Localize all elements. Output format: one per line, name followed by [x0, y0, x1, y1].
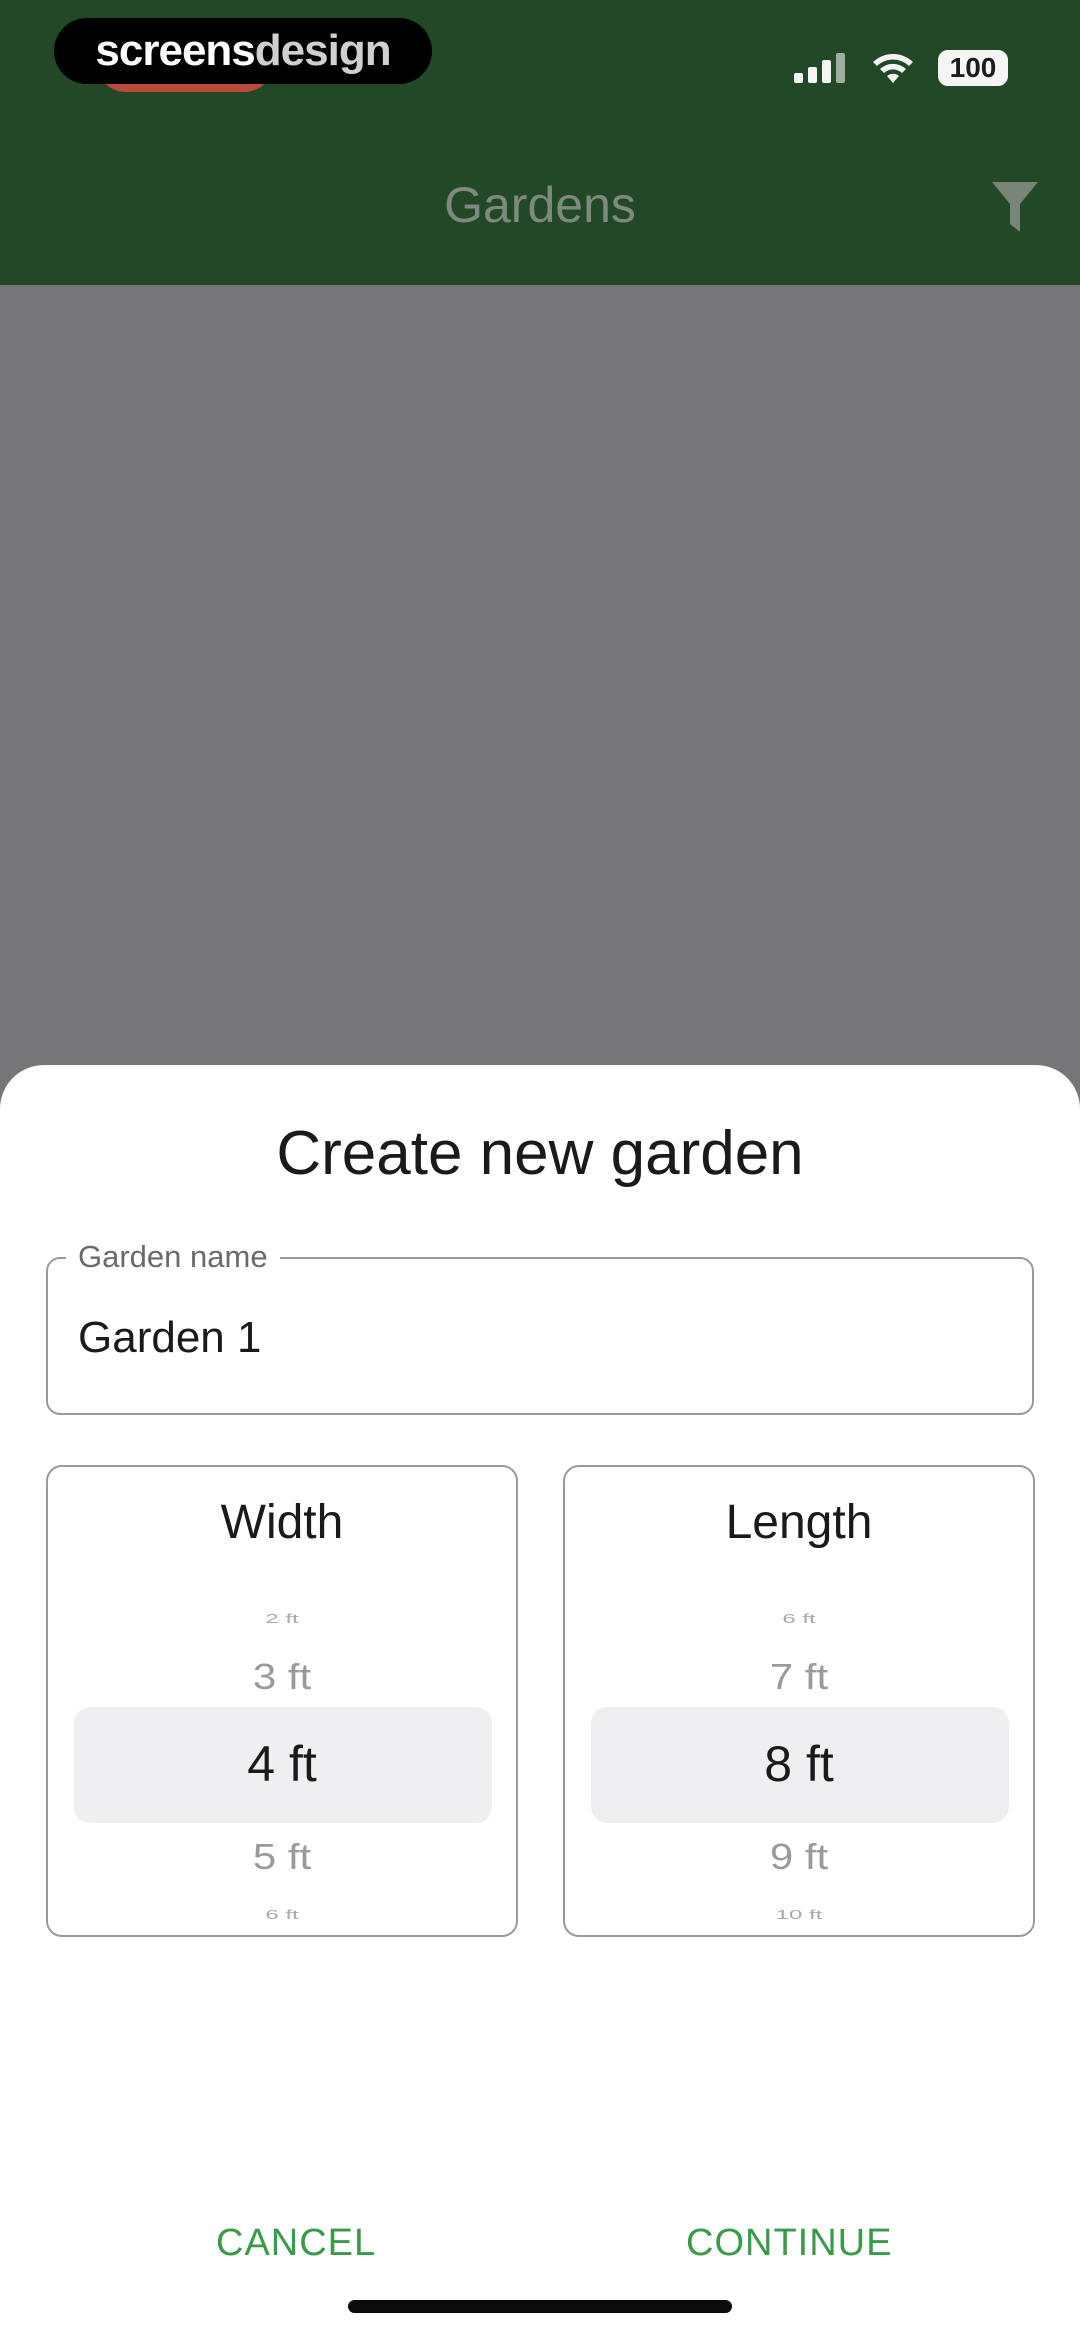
status-bar-icons: 100	[794, 50, 1008, 86]
garden-name-label: Garden name	[66, 1239, 280, 1275]
screen: screens design 100 Gardens Create new gar…	[0, 0, 1080, 2336]
width-option[interactable]: 5 ft	[48, 1837, 516, 1878]
garden-name-value[interactable]: Garden 1	[78, 1313, 261, 1363]
dialog-title: Create new garden	[276, 1119, 804, 1188]
watermark-logo: screens design	[54, 18, 432, 84]
width-option[interactable]: 3 ft	[48, 1657, 516, 1698]
cellular-signal-icon	[794, 53, 845, 83]
filter-icon[interactable]	[990, 180, 1040, 236]
wifi-icon	[873, 54, 913, 83]
width-option-selected[interactable]: 4 ft	[48, 1735, 516, 1793]
length-option[interactable]: 10 ft	[565, 1907, 1033, 1922]
home-indicator[interactable]	[348, 2300, 732, 2313]
length-option[interactable]: 6 ft	[565, 1611, 1033, 1626]
width-option[interactable]: 6 ft	[48, 1907, 516, 1922]
watermark-part-2: design	[254, 26, 392, 75]
length-option[interactable]: 9 ft	[565, 1837, 1033, 1878]
length-option-selected[interactable]: 8 ft	[565, 1735, 1033, 1793]
app-bar-title: Gardens	[444, 177, 636, 233]
width-option[interactable]: 2 ft	[48, 1611, 516, 1626]
battery-icon: 100	[938, 50, 1008, 86]
width-picker-title: Width	[220, 1496, 344, 1549]
length-option[interactable]: 7 ft	[565, 1657, 1033, 1698]
watermark-part-1: screens	[95, 26, 255, 75]
continue-button[interactable]: CONTINUE	[686, 2222, 892, 2265]
cancel-button[interactable]: CANCEL	[216, 2222, 376, 2265]
length-picker-title: Length	[725, 1496, 873, 1549]
battery-level: 100	[949, 52, 997, 83]
width-picker[interactable]: Width 2 ft 3 ft 4 ft 5 ft 6 ft	[46, 1465, 518, 1937]
length-picker[interactable]: Length 6 ft 7 ft 8 ft 9 ft 10 ft	[563, 1465, 1035, 1937]
